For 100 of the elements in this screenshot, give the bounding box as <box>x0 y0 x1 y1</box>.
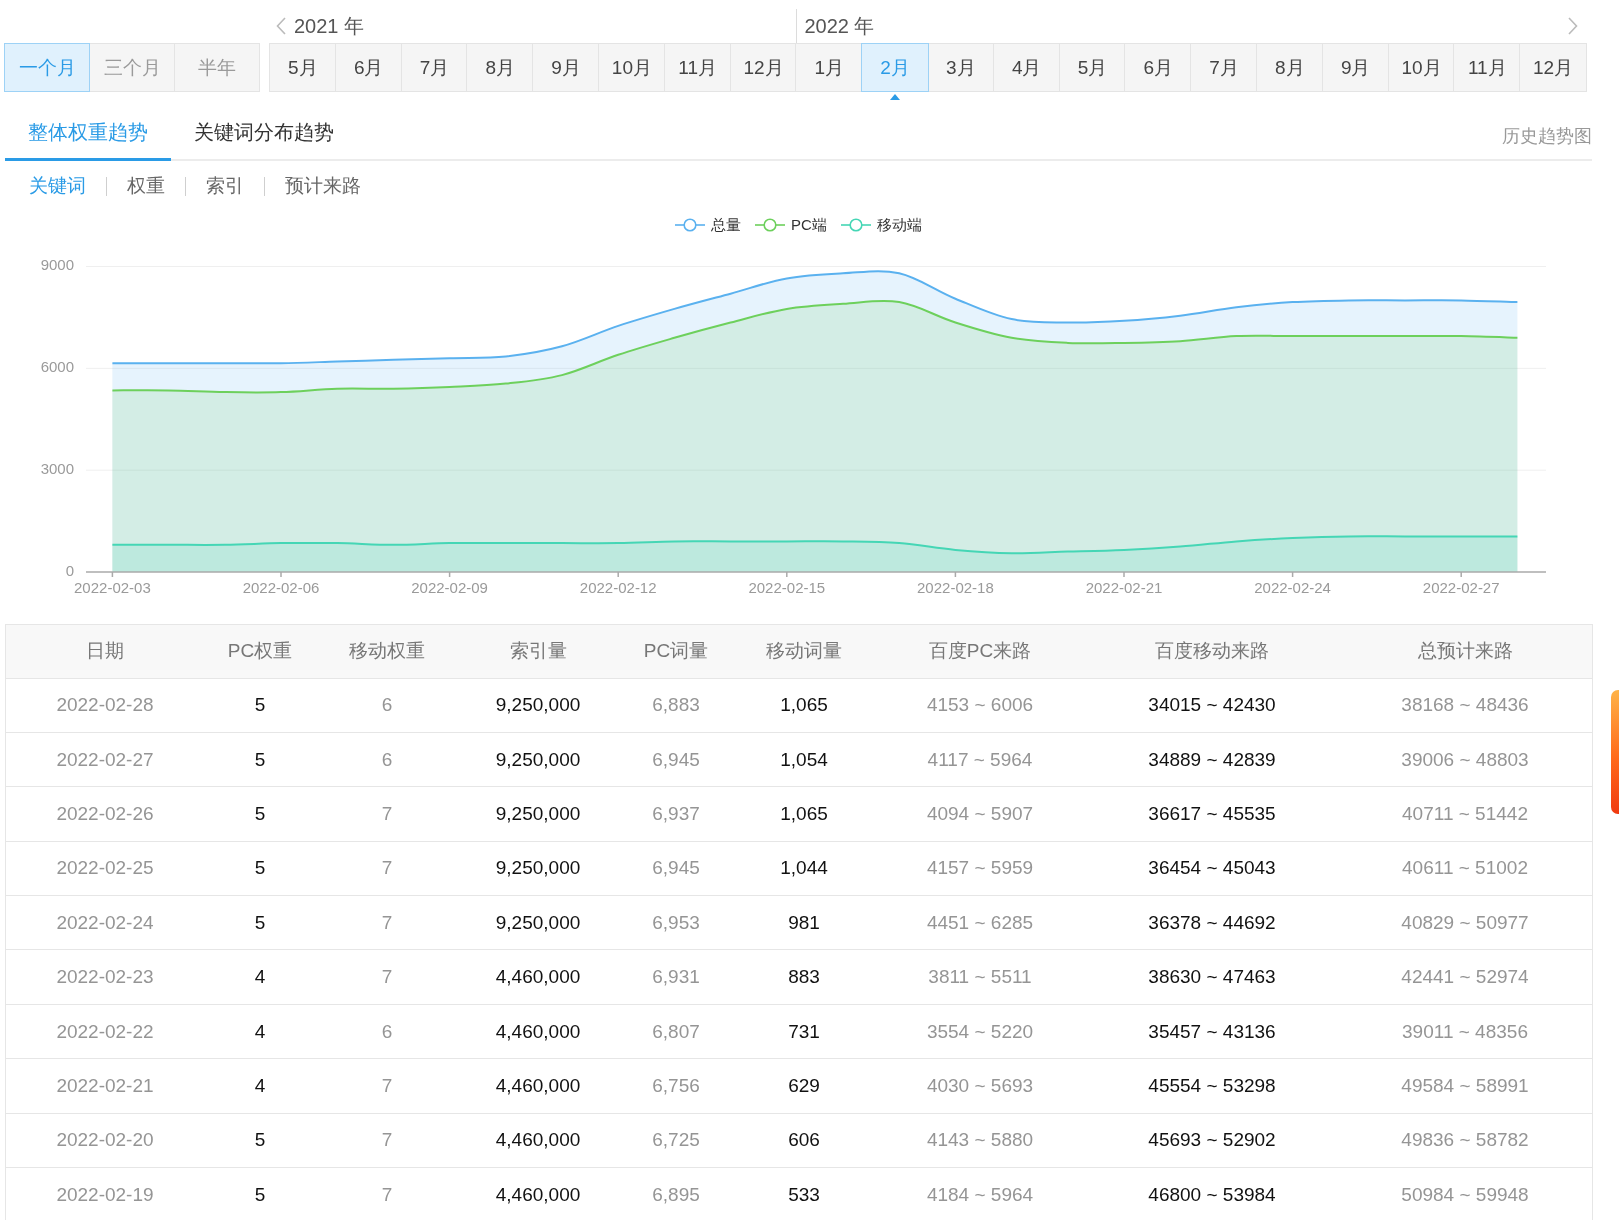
side-tab-icon[interactable] <box>1611 690 1619 814</box>
table-cell-text: 36617 ~ 45535 <box>1147 801 1277 826</box>
table-cell-text: 7 <box>380 910 394 935</box>
table-cell-text: 4,460,000 <box>494 1073 582 1098</box>
month-button[interactable]: 8月 <box>466 43 535 92</box>
column-header: 移动词量 <box>765 639 843 664</box>
month-button[interactable]: 1月 <box>795 43 864 92</box>
axis-label: 2022-02-27 <box>1422 578 1500 596</box>
table-cell-text: 883 <box>787 965 821 990</box>
axis-label: 2022-02-24 <box>1254 578 1331 596</box>
table-cell-text: 49584 ~ 58991 <box>1400 1073 1530 1098</box>
axis-label: 2022-02-06 <box>242 578 320 596</box>
table-cell-text: 40829 ~ 50977 <box>1400 910 1530 935</box>
month-button[interactable]: 5月 <box>269 43 337 92</box>
table-cell-text: 5 <box>253 856 267 881</box>
month-button[interactable]: 5月 <box>1058 43 1127 92</box>
sub-tab[interactable]: 预计来路 <box>265 173 381 199</box>
table-cell-text: 2022-02-21 <box>55 1073 155 1098</box>
table-cell-text: 50984 ~ 59948 <box>1400 1182 1530 1207</box>
table-cell-text: 4,460,000 <box>494 1182 582 1207</box>
table-cell-text: 46800 ~ 53984 <box>1147 1182 1277 1207</box>
table-cell-text: 35457 ~ 43136 <box>1147 1019 1277 1044</box>
table-cell-text: 4117 ~ 5964 <box>926 747 1034 772</box>
table-cell-text: 2022-02-27 <box>55 747 155 772</box>
table-cell-text: 6,931 <box>651 965 701 990</box>
table-cell-text: 4 <box>253 1019 267 1044</box>
month-button[interactable]: 10月 <box>598 43 666 92</box>
month-button[interactable]: 4月 <box>992 43 1061 92</box>
axis-label: 2022-02-03 <box>74 578 151 596</box>
column-header: 百度PC来路 <box>927 639 1033 664</box>
month-button[interactable]: 9月 <box>1321 43 1390 92</box>
table-cell-text: 629 <box>787 1073 821 1098</box>
month-button[interactable]: 12月 <box>1519 43 1587 92</box>
table-cell-text: 4030 ~ 5693 <box>925 1073 1035 1098</box>
month-button[interactable]: 7月 <box>400 43 469 92</box>
table-cell-text: 49836 ~ 58782 <box>1400 1128 1530 1153</box>
axis-label: 9000 <box>40 256 74 274</box>
legend-item[interactable]: 移动端 <box>840 215 922 235</box>
table-cell-text: 6,945 <box>651 747 701 772</box>
table-cell-text: 5 <box>253 1182 267 1207</box>
table-cell-text: 4 <box>253 1073 267 1098</box>
table-cell-text: 3811 ~ 5511 <box>927 965 1033 990</box>
table-cell-text: 45693 ~ 52902 <box>1147 1128 1277 1153</box>
table-cell-text: 38630 ~ 47463 <box>1147 965 1277 990</box>
month-button[interactable]: 11月 <box>1453 43 1522 92</box>
month-button[interactable]: 9月 <box>532 43 600 92</box>
table-cell-text: 6,756 <box>651 1073 701 1098</box>
table-cell-text: 9,250,000 <box>494 693 582 718</box>
month-button[interactable]: 8月 <box>1256 43 1324 92</box>
month-button[interactable]: 10月 <box>1387 43 1456 92</box>
table-cell-text: 5 <box>253 693 267 718</box>
column-header: 总预计来路 <box>1416 639 1514 664</box>
table-cell-text: 2022-02-25 <box>55 856 155 881</box>
month-button[interactable]: 12月 <box>729 43 798 92</box>
month-button[interactable]: 3月 <box>927 43 995 92</box>
table-cell-text: 34015 ~ 42430 <box>1147 693 1277 718</box>
chevron-right-icon[interactable] <box>1568 17 1578 35</box>
table-cell-text: 2022-02-22 <box>55 1019 155 1044</box>
sub-tab[interactable]: 权重 <box>107 173 185 199</box>
table-cell-text: 1,065 <box>779 801 829 826</box>
table-cell-text: 4157 ~ 5959 <box>925 856 1035 881</box>
table-cell-text: 6,725 <box>651 1128 701 1153</box>
table-cell-text: 7 <box>380 801 394 826</box>
table-cell-text: 4153 ~ 6006 <box>925 693 1035 718</box>
table-cell-text: 4,460,000 <box>494 1128 582 1153</box>
table-cell-text: 2022-02-19 <box>55 1182 155 1207</box>
legend-item[interactable]: PC端 <box>755 215 827 235</box>
table-cell-text: 39006 ~ 48803 <box>1400 747 1530 772</box>
axis-label: 2022-02-09 <box>411 578 488 596</box>
axis-label: 3000 <box>40 460 74 478</box>
table-cell-text: 4184 ~ 5964 <box>925 1182 1035 1207</box>
table-cell-text: 40611 ~ 51002 <box>1401 856 1529 881</box>
chevron-left-icon[interactable] <box>276 17 286 35</box>
month-button[interactable]: 6月 <box>1124 43 1193 92</box>
table-cell-text: 6 <box>380 747 394 772</box>
table-cell-text: 7 <box>380 1073 394 1098</box>
sub-tab[interactable]: 索引 <box>186 173 264 199</box>
table-cell-text: 42441 ~ 52974 <box>1400 965 1530 990</box>
table-cell-text: 4,460,000 <box>494 1019 582 1044</box>
table-cell-text: 6,937 <box>651 801 701 826</box>
column-header: 百度移动来路 <box>1154 639 1270 664</box>
month-button[interactable]: 6月 <box>334 43 403 92</box>
table-cell-text: 9,250,000 <box>494 910 582 935</box>
table-cell-text: 1,065 <box>779 693 829 718</box>
table-cell-text: 40711 ~ 51442 <box>1401 801 1529 826</box>
table-cell-text: 2022-02-23 <box>55 965 155 990</box>
table-cell-text: 4 <box>253 965 267 990</box>
legend-item[interactable]: 总量 <box>675 215 742 235</box>
table-cell-text: 5 <box>253 1128 267 1153</box>
month-button[interactable]: 7月 <box>1190 43 1258 92</box>
table-cell-text: 7 <box>380 856 394 881</box>
tab[interactable]: 关键词分布趋势 <box>171 106 357 161</box>
table-cell-text: 731 <box>787 1019 821 1044</box>
table-cell-text: 2022-02-26 <box>55 801 155 826</box>
column-header: PC词量 <box>642 639 710 664</box>
table-cell-text: 3554 ~ 5220 <box>925 1019 1035 1044</box>
table-cell-text: 7 <box>380 1182 394 1207</box>
table-cell-text: 9,250,000 <box>494 801 582 826</box>
table-cell-text: 6 <box>380 693 394 718</box>
month-button[interactable]: 11月 <box>663 43 732 92</box>
